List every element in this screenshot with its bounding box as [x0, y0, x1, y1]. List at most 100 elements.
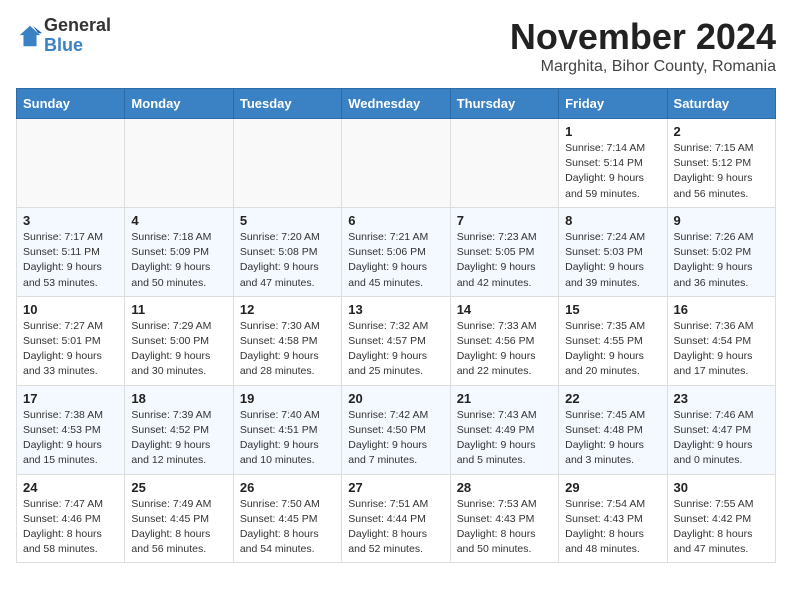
logo-icon [16, 22, 44, 50]
day-number: 10 [23, 302, 118, 317]
day-info: Sunrise: 7:53 AMSunset: 4:43 PMDaylight:… [457, 497, 552, 558]
day-number: 6 [348, 213, 443, 228]
calendar-cell: 7 Sunrise: 7:23 AMSunset: 5:05 PMDaylight… [450, 207, 558, 296]
calendar-cell: 3Sunrise: 7:17 AMSunset: 5:11 PMDaylight… [17, 207, 125, 296]
logo: General Blue [16, 16, 111, 56]
day-info: Sunrise: 7:26 AMSunset: 5:02 PMDaylight:… [674, 230, 769, 291]
calendar-cell [450, 119, 558, 208]
day-number: 26 [240, 480, 335, 495]
day-info: Sunrise: 7:55 AMSunset: 4:42 PMDaylight:… [674, 497, 769, 558]
calendar-cell: 25 Sunrise: 7:49 AMSunset: 4:45 PMDayligh… [125, 474, 233, 563]
day-info: Sunrise: 7:47 AMSunset: 4:46 PMDaylight:… [23, 497, 118, 558]
day-info: Sunrise: 7:50 AMSunset: 4:45 PMDaylight:… [240, 497, 335, 558]
weekday-header: Saturday [667, 89, 775, 119]
day-number: 25 [131, 480, 226, 495]
day-number: 22 [565, 391, 660, 406]
weekday-header: Tuesday [233, 89, 341, 119]
day-info: Sunrise: 7:20 AMSunset: 5:08 PMDaylight:… [240, 230, 335, 291]
title-block: November 2024 Marghita, Bihor County, Ro… [510, 16, 776, 76]
day-info: Sunrise: 7:24 AMSunset: 5:03 PMDaylight:… [565, 230, 660, 291]
calendar-body: 1 Sunrise: 7:14 AMSunset: 5:14 PMDaylight… [17, 119, 776, 563]
weekday-header: Wednesday [342, 89, 450, 119]
calendar-cell [342, 119, 450, 208]
day-number: 1 [565, 124, 660, 139]
day-number: 7 [457, 213, 552, 228]
calendar-cell: 29 Sunrise: 7:54 AMSunset: 4:43 PMDayligh… [559, 474, 667, 563]
calendar-cell: 8 Sunrise: 7:24 AMSunset: 5:03 PMDaylight… [559, 207, 667, 296]
calendar-cell: 30Sunrise: 7:55 AMSunset: 4:42 PMDayligh… [667, 474, 775, 563]
day-info: Sunrise: 7:45 AMSunset: 4:48 PMDaylight:… [565, 408, 660, 469]
day-number: 8 [565, 213, 660, 228]
day-info: Sunrise: 7:14 AMSunset: 5:14 PMDaylight:… [565, 141, 660, 202]
day-info: Sunrise: 7:39 AMSunset: 4:52 PMDaylight:… [131, 408, 226, 469]
day-number: 14 [457, 302, 552, 317]
day-info: Sunrise: 7:29 AMSunset: 5:00 PMDaylight:… [131, 319, 226, 380]
day-number: 19 [240, 391, 335, 406]
calendar-week-row: 3Sunrise: 7:17 AMSunset: 5:11 PMDaylight… [17, 207, 776, 296]
calendar-week-row: 24Sunrise: 7:47 AMSunset: 4:46 PMDayligh… [17, 474, 776, 563]
calendar-week-row: 1 Sunrise: 7:14 AMSunset: 5:14 PMDaylight… [17, 119, 776, 208]
weekday-row: SundayMondayTuesdayWednesdayThursdayFrid… [17, 89, 776, 119]
day-number: 18 [131, 391, 226, 406]
logo-text-blue: Blue [44, 35, 83, 55]
calendar-header: SundayMondayTuesdayWednesdayThursdayFrid… [17, 89, 776, 119]
calendar-week-row: 10 Sunrise: 7:27 AMSunset: 5:01 PMDayligh… [17, 296, 776, 385]
day-info: Sunrise: 7:15 AMSunset: 5:12 PMDaylight:… [674, 141, 769, 202]
day-info: Sunrise: 7:36 AMSunset: 4:54 PMDaylight:… [674, 319, 769, 380]
day-number: 3 [23, 213, 118, 228]
day-info: Sunrise: 7:40 AMSunset: 4:51 PMDaylight:… [240, 408, 335, 469]
calendar-cell: 18 Sunrise: 7:39 AMSunset: 4:52 PMDayligh… [125, 385, 233, 474]
day-info: Sunrise: 7:54 AMSunset: 4:43 PMDaylight:… [565, 497, 660, 558]
calendar-cell: 14 Sunrise: 7:33 AMSunset: 4:56 PMDayligh… [450, 296, 558, 385]
day-number: 2 [674, 124, 769, 139]
day-number: 20 [348, 391, 443, 406]
calendar-cell: 4 Sunrise: 7:18 AMSunset: 5:09 PMDaylight… [125, 207, 233, 296]
day-info: Sunrise: 7:21 AMSunset: 5:06 PMDaylight:… [348, 230, 443, 291]
day-info: Sunrise: 7:30 AMSunset: 4:58 PMDaylight:… [240, 319, 335, 380]
day-number: 29 [565, 480, 660, 495]
calendar-cell: 23Sunrise: 7:46 AMSunset: 4:47 PMDayligh… [667, 385, 775, 474]
calendar-cell: 12Sunrise: 7:30 AMSunset: 4:58 PMDayligh… [233, 296, 341, 385]
day-info: Sunrise: 7:49 AMSunset: 4:45 PMDaylight:… [131, 497, 226, 558]
day-number: 9 [674, 213, 769, 228]
day-number: 4 [131, 213, 226, 228]
weekday-header: Thursday [450, 89, 558, 119]
calendar-cell: 6 Sunrise: 7:21 AMSunset: 5:06 PMDaylight… [342, 207, 450, 296]
day-number: 28 [457, 480, 552, 495]
page-subtitle: Marghita, Bihor County, Romania [510, 58, 776, 76]
day-info: Sunrise: 7:33 AMSunset: 4:56 PMDaylight:… [457, 319, 552, 380]
calendar-cell: 15 Sunrise: 7:35 AMSunset: 4:55 PMDayligh… [559, 296, 667, 385]
calendar-cell: 27Sunrise: 7:51 AMSunset: 4:44 PMDayligh… [342, 474, 450, 563]
weekday-header: Sunday [17, 89, 125, 119]
calendar-cell: 11 Sunrise: 7:29 AMSunset: 5:00 PMDayligh… [125, 296, 233, 385]
weekday-header: Monday [125, 89, 233, 119]
page-header: General Blue November 2024 Marghita, Bih… [16, 16, 776, 76]
day-info: Sunrise: 7:38 AMSunset: 4:53 PMDaylight:… [23, 408, 118, 469]
day-number: 15 [565, 302, 660, 317]
day-info: Sunrise: 7:27 AMSunset: 5:01 PMDaylight:… [23, 319, 118, 380]
day-number: 11 [131, 302, 226, 317]
calendar-cell [125, 119, 233, 208]
page-title: November 2024 [510, 16, 776, 58]
calendar-table: SundayMondayTuesdayWednesdayThursdayFrid… [16, 88, 776, 563]
calendar-cell: 13 Sunrise: 7:32 AMSunset: 4:57 PMDayligh… [342, 296, 450, 385]
day-info: Sunrise: 7:32 AMSunset: 4:57 PMDaylight:… [348, 319, 443, 380]
calendar-cell: 1 Sunrise: 7:14 AMSunset: 5:14 PMDaylight… [559, 119, 667, 208]
calendar-cell: 17Sunrise: 7:38 AMSunset: 4:53 PMDayligh… [17, 385, 125, 474]
day-info: Sunrise: 7:43 AMSunset: 4:49 PMDaylight:… [457, 408, 552, 469]
calendar-cell: 16Sunrise: 7:36 AMSunset: 4:54 PMDayligh… [667, 296, 775, 385]
calendar-week-row: 17Sunrise: 7:38 AMSunset: 4:53 PMDayligh… [17, 385, 776, 474]
calendar-cell: 20Sunrise: 7:42 AMSunset: 4:50 PMDayligh… [342, 385, 450, 474]
calendar-cell: 21Sunrise: 7:43 AMSunset: 4:49 PMDayligh… [450, 385, 558, 474]
calendar-cell: 24Sunrise: 7:47 AMSunset: 4:46 PMDayligh… [17, 474, 125, 563]
calendar-cell: 19 Sunrise: 7:40 AMSunset: 4:51 PMDayligh… [233, 385, 341, 474]
day-number: 13 [348, 302, 443, 317]
calendar-cell: 9 Sunrise: 7:26 AMSunset: 5:02 PMDaylight… [667, 207, 775, 296]
calendar-cell: 5Sunrise: 7:20 AMSunset: 5:08 PMDaylight… [233, 207, 341, 296]
day-info: Sunrise: 7:23 AMSunset: 5:05 PMDaylight:… [457, 230, 552, 291]
weekday-header: Friday [559, 89, 667, 119]
day-number: 27 [348, 480, 443, 495]
day-info: Sunrise: 7:18 AMSunset: 5:09 PMDaylight:… [131, 230, 226, 291]
calendar-cell: 26 Sunrise: 7:50 AMSunset: 4:45 PMDayligh… [233, 474, 341, 563]
day-info: Sunrise: 7:35 AMSunset: 4:55 PMDaylight:… [565, 319, 660, 380]
